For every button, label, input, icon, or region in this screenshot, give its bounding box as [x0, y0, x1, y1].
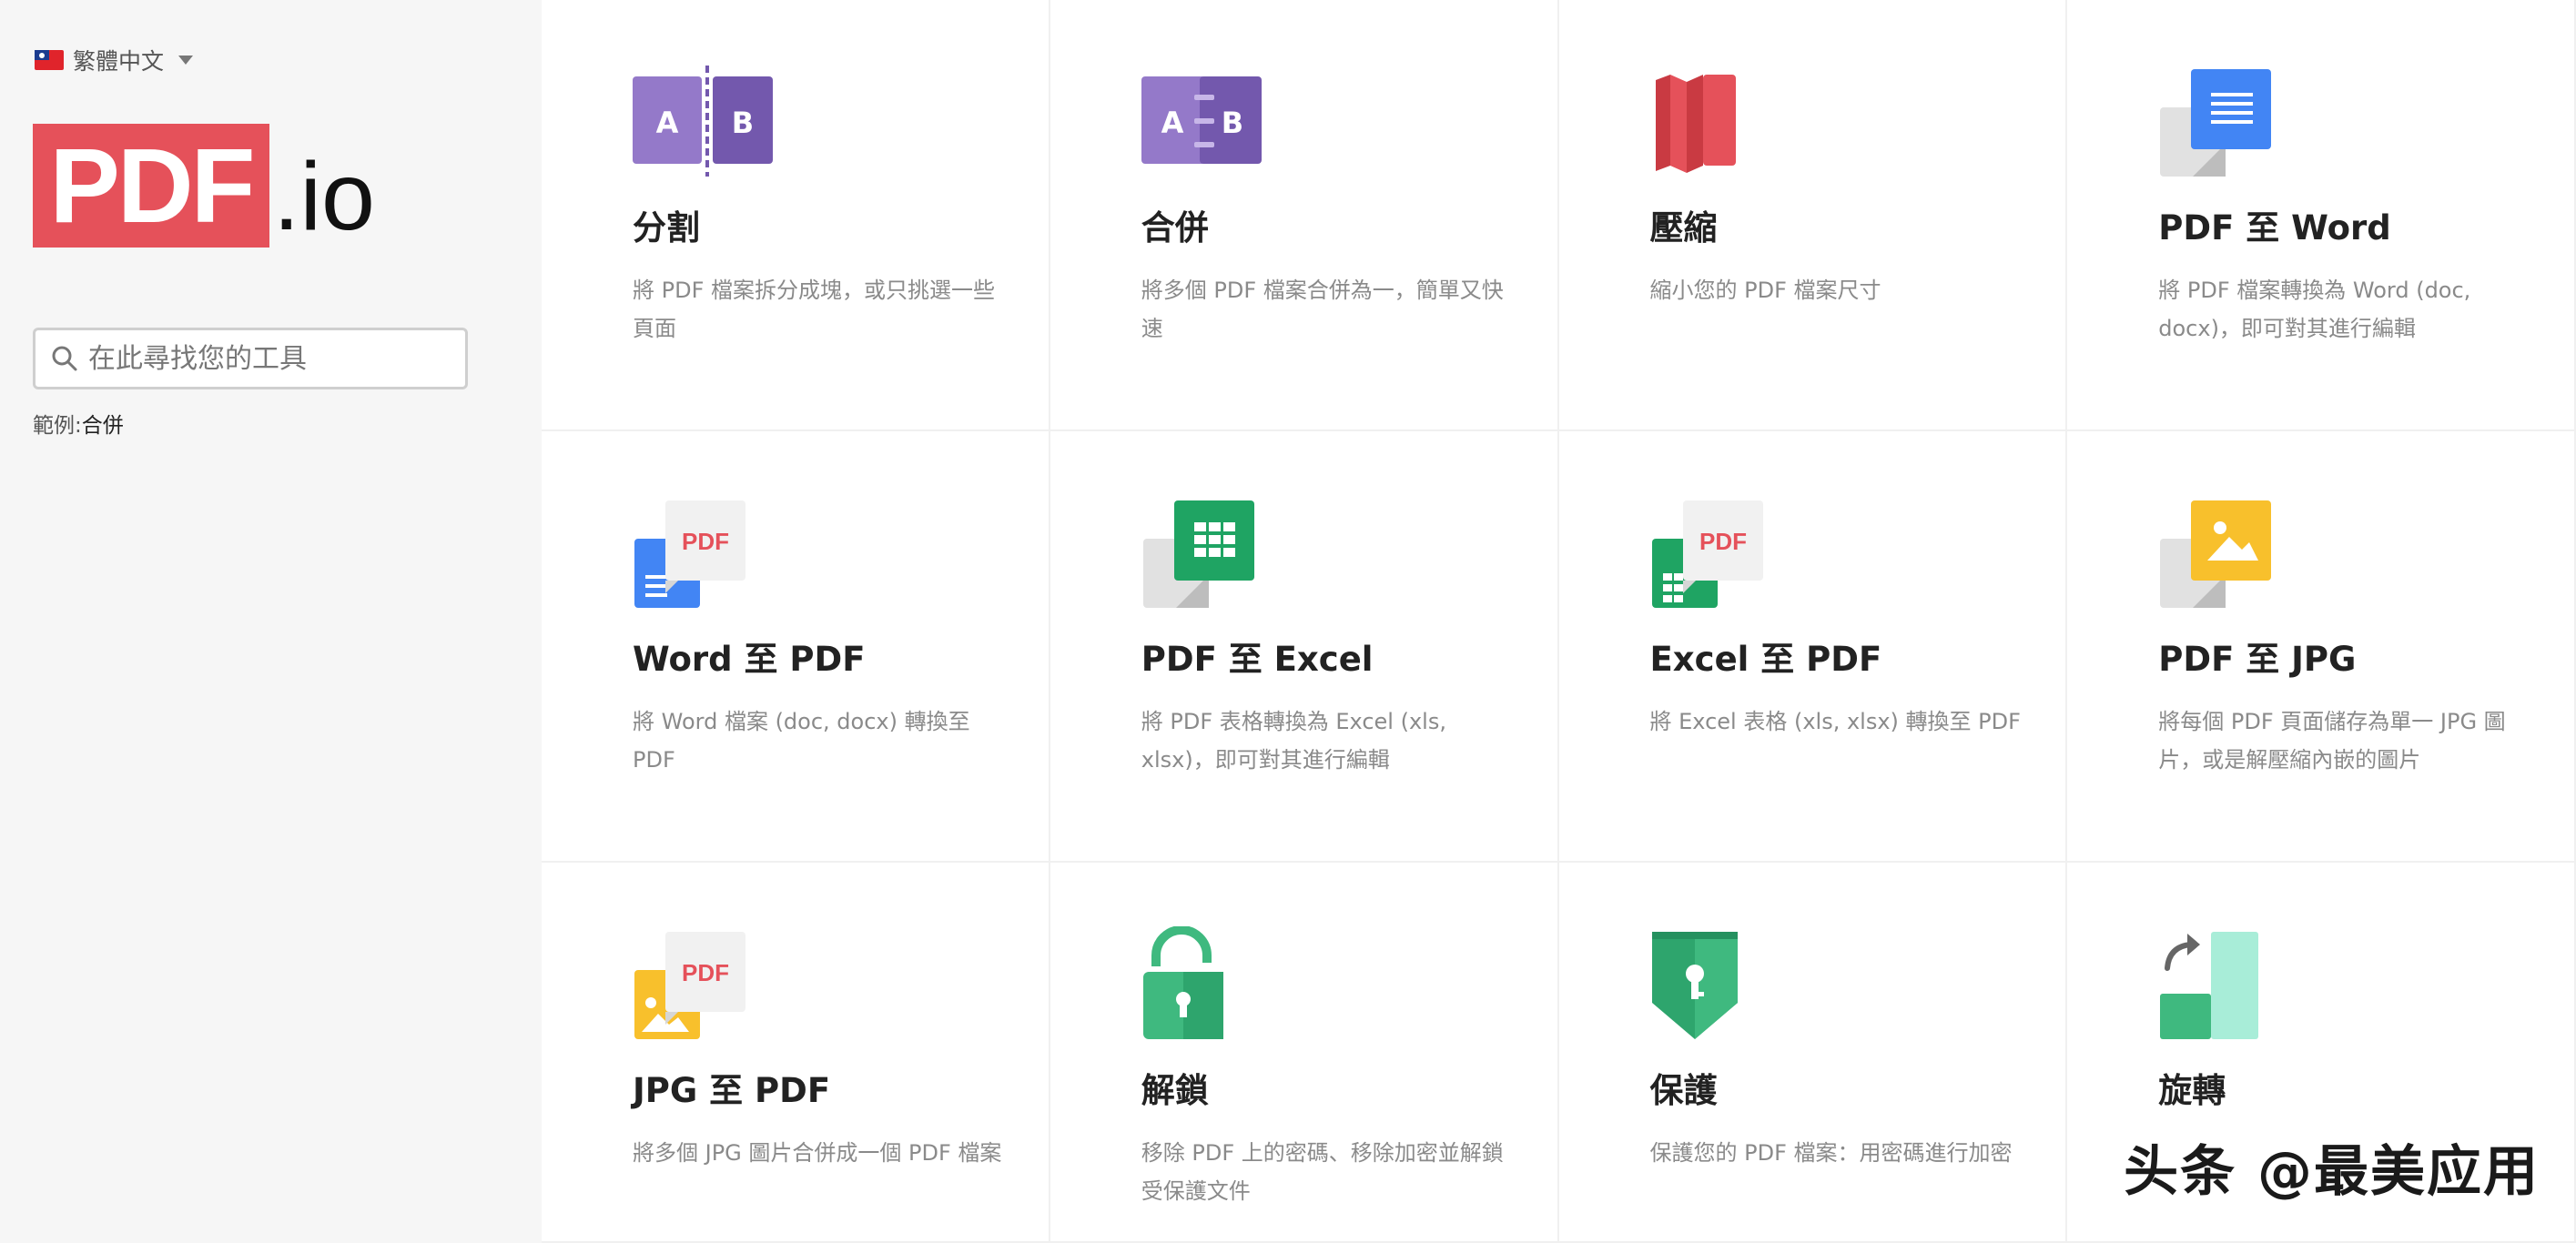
- pdf-to-jpg-icon: [2158, 495, 2313, 613]
- tool-grid: A B 分割 將 PDF 檔案拆分成塊，或只挑選一些頁面 A B 合併 將多個 …: [542, 0, 2576, 1243]
- tool-title: JPG 至 PDF: [633, 1071, 831, 1110]
- protect-icon: [1650, 926, 1805, 1045]
- tool-card-protect[interactable]: 保護 保護您的 PDF 檔案：用密碼進行加密: [1558, 863, 2068, 1243]
- tool-description: 將 Word 檔案 (doc, docx) 轉換至 PDF: [633, 709, 970, 773]
- tool-title: Excel 至 PDF: [1649, 640, 1882, 679]
- tool-title: PDF 至 JPG: [2158, 640, 2357, 679]
- tool-description: 將多個 PDF 檔案合併為一，簡單又快速: [1141, 278, 1504, 341]
- tool-card-word-to-pdf[interactable]: PDF Word 至 PDF 將 Word 檔案 (doc, docx) 轉換至…: [542, 431, 1050, 863]
- pdf-to-word-icon: [2158, 64, 2313, 182]
- logo[interactable]: PDF .io: [33, 124, 375, 248]
- pdfio-page: 繁體中文 PDF .io 範例:合併: [0, 0, 2576, 1243]
- tool-title: 解鎖: [1141, 1071, 1209, 1110]
- tool-description: 將 PDF 檔案拆分成塊，或只挑選一些頁面: [633, 278, 996, 341]
- split-a-glyph: A: [656, 106, 679, 140]
- sidebar: 繁體中文 PDF .io 範例:合併: [0, 0, 542, 1243]
- tool-card-excel-to-pdf[interactable]: PDF Excel 至 PDF 將 Excel 表格 (xls, xlsx) 轉…: [1558, 431, 2068, 863]
- example-label: 範例:: [33, 414, 82, 438]
- tool-title: 保護: [1649, 1071, 1718, 1110]
- tool-description: 將多個 JPG 圖片合併成一個 PDF 檔案: [633, 1140, 1002, 1166]
- logo-box: PDF: [33, 124, 269, 248]
- tool-card-split[interactable]: A B 分割 將 PDF 檔案拆分成塊，或只挑選一些頁面: [542, 0, 1050, 431]
- language-selector[interactable]: 繁體中文: [35, 44, 194, 76]
- unlock-icon: [1141, 926, 1296, 1045]
- tool-card-compress[interactable]: 壓縮 縮小您的 PDF 檔案尺寸: [1558, 0, 2068, 431]
- watermark: 头条 @最美应用: [2124, 1140, 2540, 1204]
- tool-title: 旋轉: [2158, 1071, 2226, 1110]
- tool-description: 移除 PDF 上的密碼、移除加密並解鎖受保護文件: [1141, 1140, 1504, 1204]
- pdf-to-excel-icon: [1141, 495, 1296, 613]
- rotate-icon: [2158, 926, 2313, 1045]
- caret-down-icon: [178, 56, 194, 65]
- tool-title: 合併: [1141, 208, 1209, 248]
- tool-description: 縮小您的 PDF 檔案尺寸: [1649, 278, 1881, 303]
- merge-b-glyph: B: [1222, 106, 1243, 140]
- tool-description: 將每個 PDF 頁面儲存為單一 JPG 圖片，或是解壓縮內嵌的圖片: [2158, 709, 2506, 773]
- split-b-glyph: B: [732, 106, 754, 140]
- jpg-to-pdf-icon: PDF: [633, 926, 787, 1045]
- tool-card-merge[interactable]: A B 合併 將多個 PDF 檔案合併為一，簡單又快速: [1050, 0, 1559, 431]
- excel-to-pdf-icon: PDF: [1650, 495, 1805, 613]
- compress-icon: [1650, 64, 1805, 182]
- tool-title: Word 至 PDF: [633, 640, 866, 679]
- pdf-tag-glyph: PDF: [682, 959, 729, 986]
- tool-card-pdf-to-word[interactable]: PDF 至 Word 將 PDF 檔案轉換為 Word (doc, docx)，…: [2067, 0, 2576, 431]
- split-icon: A B: [633, 64, 787, 182]
- tool-title: 分割: [633, 208, 700, 248]
- tool-card-pdf-to-excel[interactable]: PDF 至 Excel 將 PDF 表格轉換為 Excel (xls, xlsx…: [1050, 431, 1559, 863]
- tool-card-pdf-to-jpg[interactable]: PDF 至 JPG 將每個 PDF 頁面儲存為單一 JPG 圖片，或是解壓縮內嵌…: [2067, 431, 2576, 863]
- search-input[interactable]: [86, 341, 454, 376]
- tool-card-unlock[interactable]: 解鎖 移除 PDF 上的密碼、移除加密並解鎖受保護文件: [1050, 863, 1559, 1243]
- merge-a-glyph: A: [1161, 106, 1183, 140]
- tool-title: PDF 至 Excel: [1141, 640, 1374, 679]
- language-label: 繁體中文: [73, 48, 165, 75]
- search-example: 範例:合併: [33, 408, 124, 439]
- logo-suffix: .io: [273, 143, 375, 250]
- example-link[interactable]: 合併: [82, 414, 124, 438]
- tool-title: 壓縮: [1649, 208, 1718, 248]
- tool-description: 保護您的 PDF 檔案：用密碼進行加密: [1649, 1140, 2013, 1166]
- search-box[interactable]: [33, 328, 468, 389]
- tool-description: 將 Excel 表格 (xls, xlsx) 轉換至 PDF: [1649, 709, 2021, 734]
- tool-description: 將 PDF 表格轉換為 Excel (xls, xlsx)，即可對其進行編輯: [1141, 709, 1446, 773]
- search-icon: [52, 346, 77, 371]
- pdf-tag-glyph: PDF: [1699, 528, 1747, 555]
- pdf-tag-glyph: PDF: [682, 528, 729, 555]
- tool-card-jpg-to-pdf[interactable]: PDF JPG 至 PDF 將多個 JPG 圖片合併成一個 PDF 檔案: [542, 863, 1050, 1243]
- taiwan-flag-icon: [35, 50, 64, 70]
- tool-title: PDF 至 Word: [2158, 208, 2391, 248]
- merge-icon: A B: [1141, 64, 1296, 182]
- tool-description: 將 PDF 檔案轉換為 Word (doc, docx)，即可對其進行編輯: [2158, 278, 2471, 341]
- word-to-pdf-icon: PDF: [633, 495, 787, 613]
